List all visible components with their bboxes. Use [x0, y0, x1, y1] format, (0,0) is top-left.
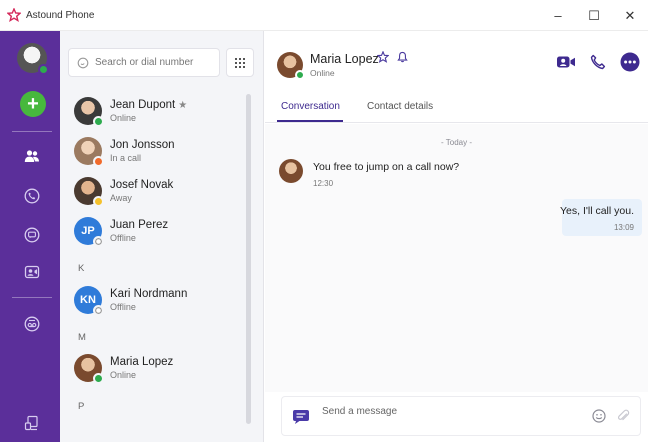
- nav-rail: +: [0, 31, 60, 442]
- presence-online-indicator: [295, 70, 305, 80]
- contacts-icon: [24, 150, 39, 162]
- app-window: Astound Phone – ☐ ✕ + Search or dial num…: [0, 0, 648, 442]
- contact-status: Offline: [110, 233, 136, 243]
- composer-actions: [592, 409, 630, 423]
- contact-name: Jon Jonsson: [110, 139, 175, 151]
- contact-header-name: Maria Lopez: [310, 52, 379, 66]
- presence-online-indicator: [93, 116, 104, 127]
- contact-header-status: Online: [310, 68, 335, 78]
- my-presence-indicator: [38, 64, 49, 75]
- contact-name: Maria Lopez: [110, 356, 174, 368]
- message-list: - Today - You free to jump on a call now…: [265, 124, 648, 392]
- tab-contact-details[interactable]: Contact details: [367, 101, 433, 112]
- rail-divider: [12, 131, 52, 132]
- rail-divider: [12, 297, 52, 298]
- contact-item-maria-lopez[interactable]: Maria Lopez Online: [74, 354, 244, 390]
- rail-item-meetings[interactable]: [21, 261, 43, 283]
- rail-item-messages[interactable]: [21, 224, 43, 246]
- contact-status: Offline: [110, 302, 136, 312]
- message-input[interactable]: [322, 406, 572, 417]
- message-composer: [281, 396, 641, 436]
- header-icons: [377, 51, 408, 63]
- rail-item-desk-phone[interactable]: [21, 412, 43, 434]
- video-meeting-icon: [24, 265, 40, 279]
- message-icon: [293, 410, 309, 424]
- presence-online-indicator: [93, 373, 104, 384]
- search-icon: [77, 57, 89, 68]
- title-bar: Astound Phone – ☐ ✕: [0, 0, 648, 31]
- outgoing-message-bubble: Yes, I'll call you. 13:09: [560, 199, 642, 236]
- presence-offline-indicator: [93, 305, 104, 316]
- desk-phone-icon: [24, 415, 38, 431]
- section-header: K: [78, 263, 85, 274]
- contact-item-jean-dupont[interactable]: Jean Dupont ★ Online: [74, 97, 244, 133]
- attachment-icon[interactable]: [616, 409, 630, 423]
- contact-status: Away: [110, 193, 132, 203]
- phone-icon: [24, 188, 40, 204]
- rail-item-contacts[interactable]: [21, 145, 43, 167]
- notification-bell-icon[interactable]: [397, 51, 408, 63]
- contact-item-jon-jonsson[interactable]: Jon Jonsson In a call: [74, 137, 244, 173]
- search-input[interactable]: [95, 57, 215, 68]
- day-separator: - Today -: [441, 138, 472, 147]
- favorite-star-icon[interactable]: [377, 51, 389, 63]
- contact-avatar: [277, 52, 305, 80]
- dialpad-icon: [235, 57, 245, 68]
- window-controls: – ☐ ✕: [540, 0, 648, 31]
- maximize-button[interactable]: ☐: [576, 0, 612, 31]
- incoming-message-text: You free to jump on a call now?: [313, 161, 460, 173]
- chat-icon: [24, 227, 40, 243]
- contact-item-kari-nordmann[interactable]: KN Kari Nordmann Offline: [74, 286, 244, 322]
- contact-status: Online: [110, 370, 137, 380]
- rail-item-calls[interactable]: [21, 185, 43, 207]
- voice-call-icon[interactable]: [590, 54, 606, 70]
- call-actions: [556, 52, 640, 72]
- contacts-scrollbar[interactable]: [246, 94, 251, 424]
- minimize-button[interactable]: –: [540, 0, 576, 31]
- sender-avatar: [279, 159, 303, 183]
- more-options-icon[interactable]: [620, 52, 640, 72]
- outgoing-message-text: Yes, I'll call you.: [560, 205, 634, 217]
- contact-name: Kari Nordmann: [110, 288, 188, 300]
- active-tab-indicator: [277, 120, 343, 122]
- video-call-icon[interactable]: [556, 55, 576, 69]
- contacts-panel: Jean Dupont★ Online Jon Jonsson In a cal…: [60, 31, 264, 442]
- rail-item-voicemail[interactable]: [21, 313, 43, 335]
- contact-name: Jean Dupont ★: [110, 99, 188, 111]
- presence-away-indicator: [93, 196, 104, 207]
- app-title: Astound Phone: [26, 9, 95, 21]
- conversation-pane: Maria Lopez Online Conversation Contact …: [265, 31, 648, 442]
- section-header: P: [78, 401, 85, 412]
- contact-name: Josef Novak: [110, 179, 174, 191]
- section-header: M: [78, 332, 86, 343]
- contact-item-josef-novak[interactable]: Josef Novak Away: [74, 177, 244, 213]
- voicemail-icon: [24, 316, 40, 332]
- emoji-icon[interactable]: [592, 409, 606, 423]
- conversation-tabs: Conversation Contact details: [265, 93, 648, 123]
- contact-status: In a call: [110, 153, 142, 163]
- app-logo-icon: [6, 7, 22, 23]
- search-box[interactable]: [68, 48, 220, 77]
- outgoing-message-time: 13:09: [613, 223, 634, 232]
- my-avatar[interactable]: [17, 43, 49, 75]
- presence-offline-indicator: [93, 236, 104, 247]
- tab-conversation[interactable]: Conversation: [281, 101, 340, 112]
- add-button[interactable]: +: [20, 91, 46, 117]
- favorite-star-icon: ★: [178, 100, 188, 111]
- close-button[interactable]: ✕: [612, 0, 648, 31]
- incoming-message-time: 12:30: [313, 179, 334, 188]
- contact-status: Online: [110, 113, 137, 123]
- contact-name: Juan Perez: [110, 219, 169, 231]
- dialpad-button[interactable]: [226, 48, 254, 77]
- presence-in-call-indicator: [93, 156, 104, 167]
- contact-item-juan-perez[interactable]: JP Juan Perez Offline: [74, 217, 244, 253]
